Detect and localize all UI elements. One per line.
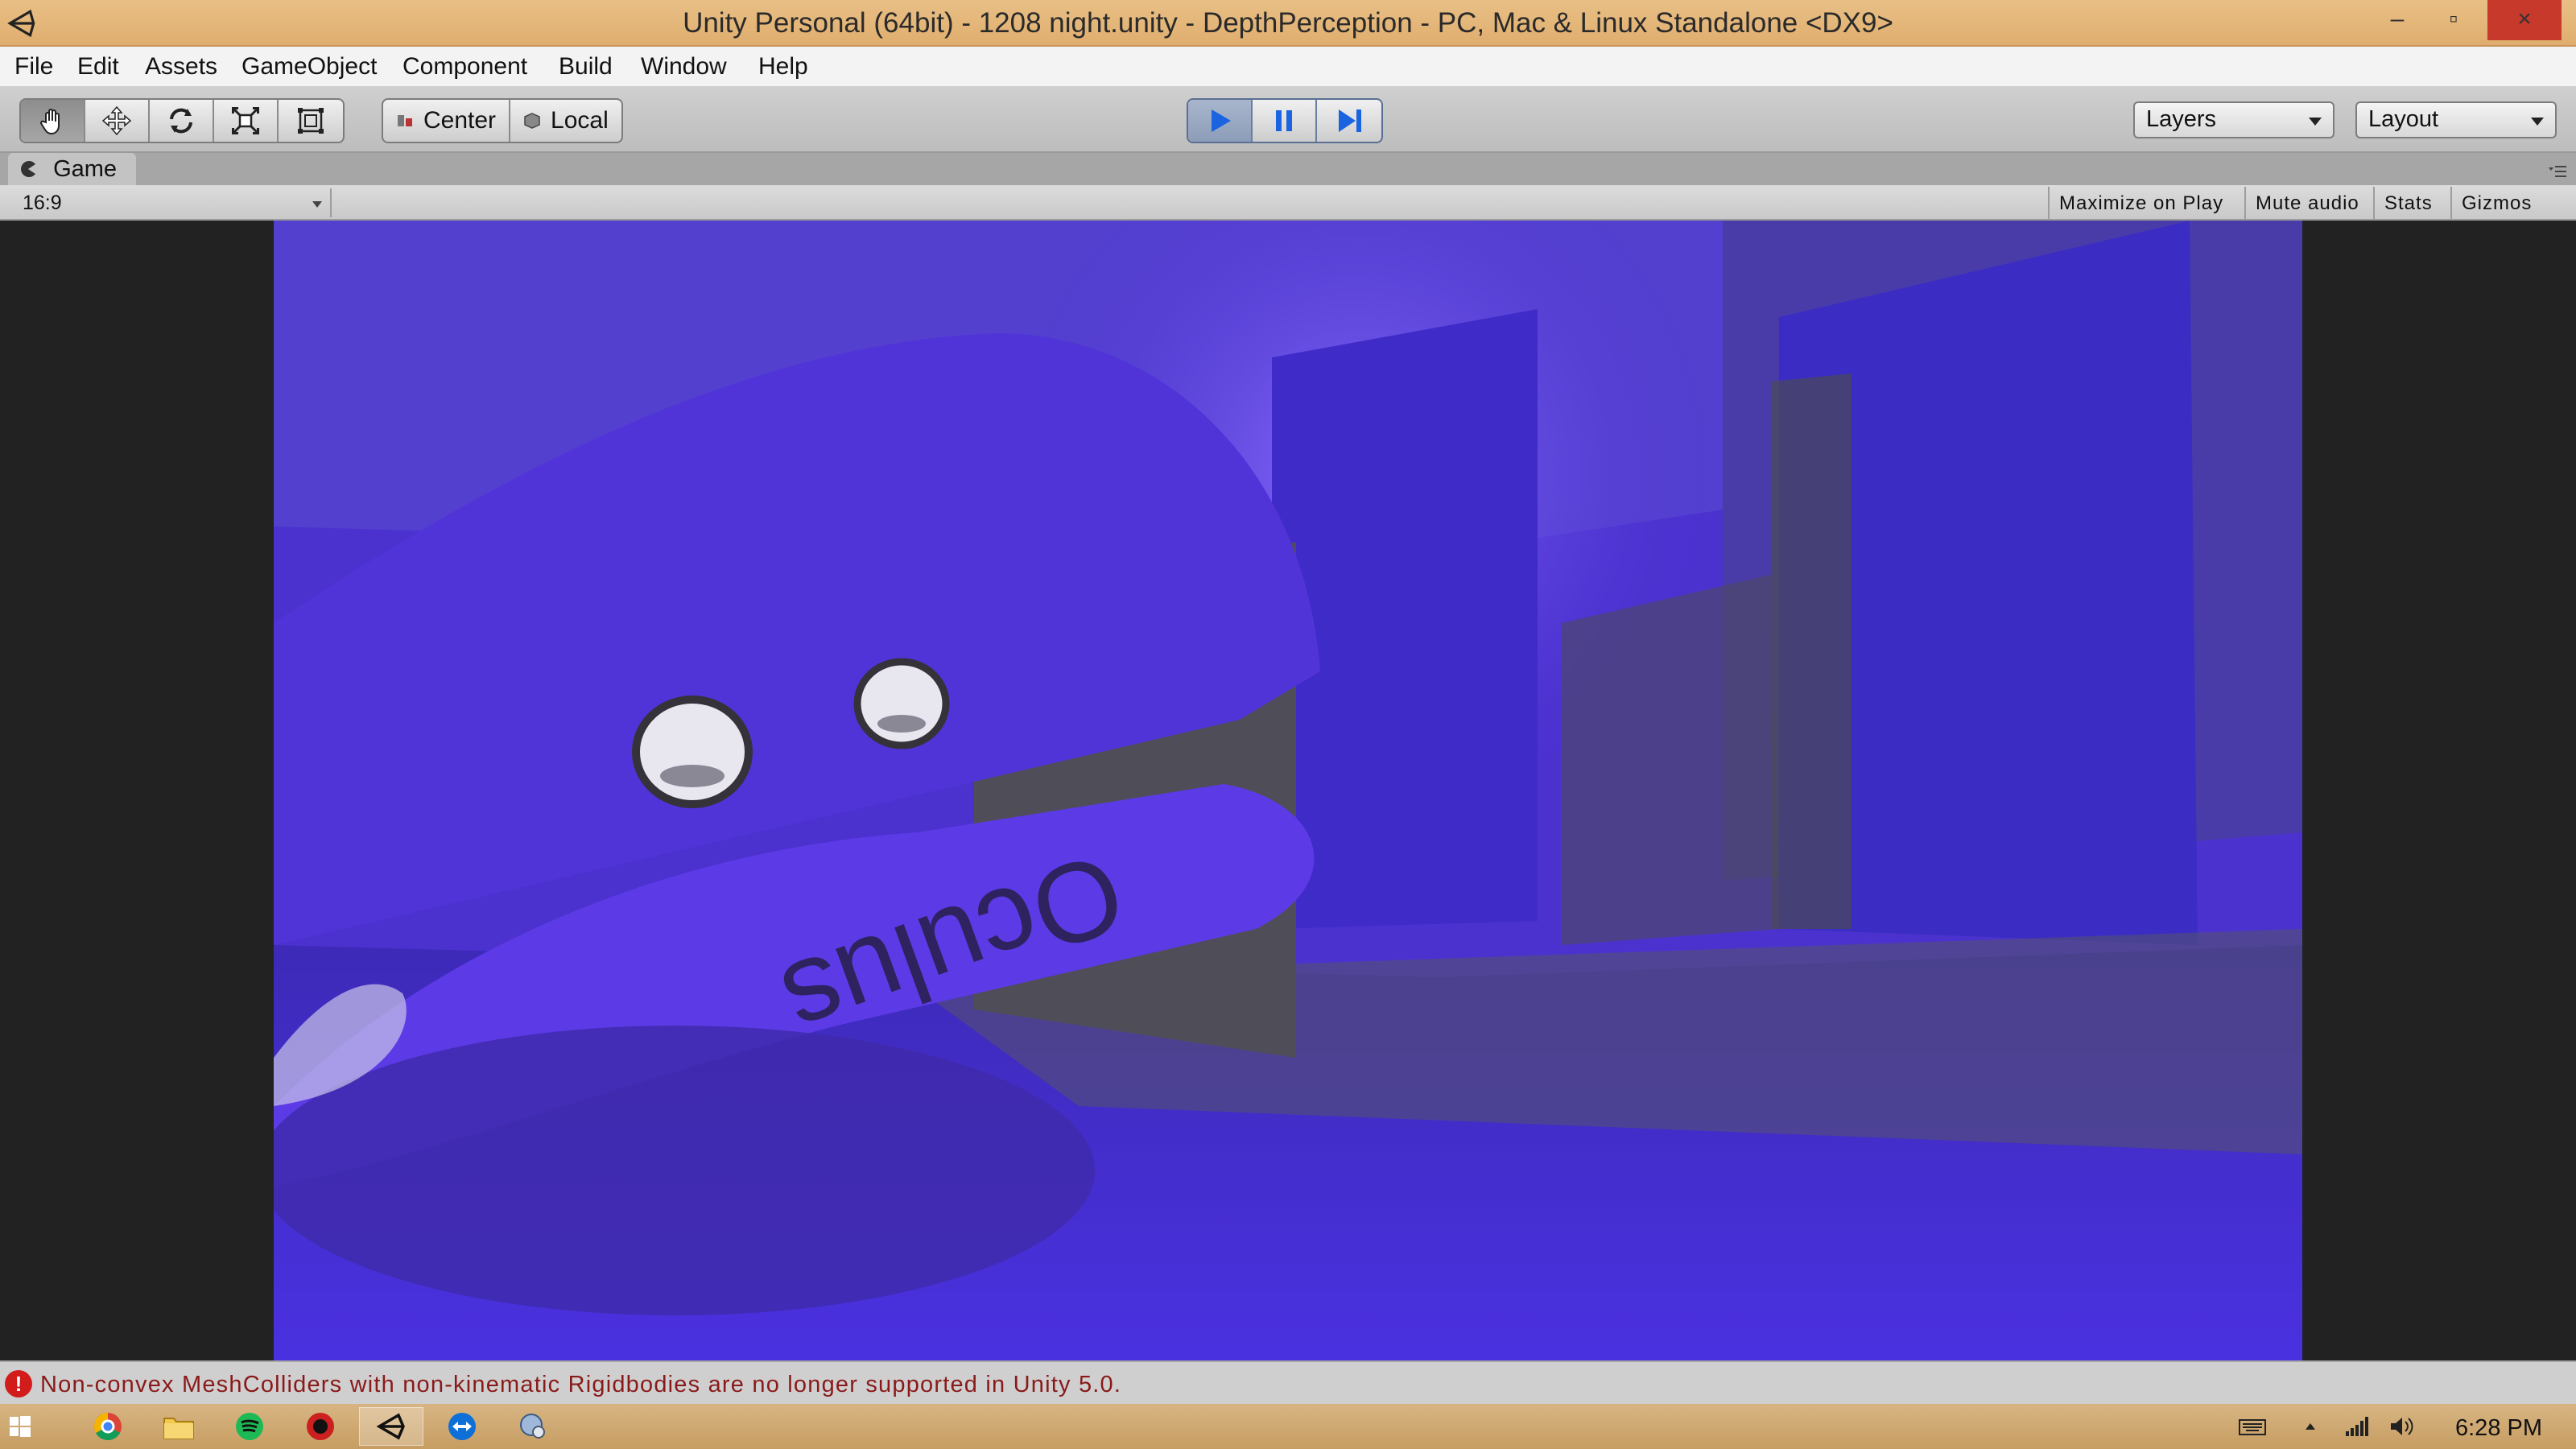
panel-tab-bar: Game xyxy=(0,153,2576,185)
file-explorer-icon xyxy=(163,1418,194,1439)
teamviewer-icon xyxy=(448,1413,476,1440)
rendered-scene: Oculus xyxy=(274,221,2302,1360)
menu-edit[interactable]: Edit xyxy=(77,53,119,80)
menu-component[interactable]: Component xyxy=(402,53,527,80)
layers-label: Layers xyxy=(2146,106,2217,132)
aspect-ratio-dropdown[interactable]: 16:9 xyxy=(10,188,332,217)
menu-help[interactable]: Help xyxy=(758,53,808,80)
rect-icon xyxy=(298,108,324,134)
hand-icon xyxy=(40,109,60,135)
panel-menu-icon[interactable] xyxy=(2545,163,2568,180)
move-tool-button[interactable] xyxy=(85,100,150,142)
chevron-down-icon xyxy=(2531,118,2544,126)
unity-icon xyxy=(376,1413,405,1440)
pivot-local-icon xyxy=(524,113,540,129)
pivot-rotation-label: Local xyxy=(551,107,609,134)
rect-tool-button[interactable] xyxy=(279,100,343,142)
taskbar-network-app[interactable] xyxy=(501,1407,565,1446)
layout-dropdown[interactable]: Layout xyxy=(2355,101,2557,138)
window-title: Unity Personal (64bit) - 1208 night.unit… xyxy=(683,7,1893,39)
windows-taskbar: 6:28 PM xyxy=(0,1404,2576,1449)
menu-gameobject[interactable]: GameObject xyxy=(242,53,377,80)
chevron-up-icon[interactable] xyxy=(2296,1414,2325,1439)
close-button[interactable]: × xyxy=(2487,0,2562,40)
signal-strength-icon[interactable] xyxy=(2343,1414,2372,1439)
rotate-icon xyxy=(170,108,192,134)
step-button[interactable] xyxy=(1317,100,1381,142)
pivot-rotation-toggle[interactable]: Local xyxy=(510,100,621,142)
layers-dropdown[interactable]: Layers xyxy=(2133,101,2334,138)
record-app-icon xyxy=(307,1413,334,1440)
move-icon xyxy=(101,105,132,136)
start-button[interactable] xyxy=(0,1407,40,1446)
gizmos-label: Gizmos xyxy=(2462,192,2533,214)
stats-toggle[interactable]: Stats xyxy=(2373,187,2442,219)
pivot-position-label: Center xyxy=(423,107,497,134)
taskbar-chrome[interactable] xyxy=(76,1407,140,1446)
game-view-toolbar: 16:9 Maximize on Play Mute audio Stats G… xyxy=(0,185,2576,221)
aspect-ratio-value: 16:9 xyxy=(23,192,62,214)
menu-file[interactable]: File xyxy=(14,53,53,80)
menu-window[interactable]: Window xyxy=(641,53,727,80)
windows-start-icon xyxy=(10,1416,31,1437)
tab-game-label: Game xyxy=(53,156,118,182)
taskbar-recorder[interactable] xyxy=(288,1407,353,1446)
taskbar-spotify[interactable] xyxy=(217,1407,282,1446)
menu-bar: File Edit Assets GameObject Component Bu… xyxy=(0,47,2576,87)
chevron-down-icon xyxy=(312,201,322,208)
title-bar: Unity Personal (64bit) - 1208 night.unit… xyxy=(0,0,2576,47)
network-settings-icon xyxy=(520,1414,545,1439)
taskbar-teamviewer[interactable] xyxy=(430,1407,494,1446)
error-icon: ! xyxy=(5,1370,32,1397)
gizmos-dropdown[interactable]: Gizmos xyxy=(2450,187,2564,219)
main-toolbar: Center Local Layers Layout xyxy=(0,87,2576,153)
console-status-bar[interactable]: ! Non-convex MeshColliders with non-kine… xyxy=(0,1360,2576,1404)
pacman-game-icon xyxy=(21,161,35,177)
play-icon xyxy=(1212,109,1231,132)
pivot-toggles: Center Local xyxy=(382,98,623,143)
game-view-area: Oculus xyxy=(0,221,2576,1360)
game-viewport[interactable]: Oculus xyxy=(274,221,2302,1360)
chrome-icon xyxy=(94,1413,122,1440)
taskbar-unity[interactable] xyxy=(359,1407,423,1446)
maximize-on-play-toggle[interactable]: Maximize on Play xyxy=(2048,187,2233,219)
mute-audio-toggle[interactable]: Mute audio xyxy=(2244,187,2369,219)
layout-label: Layout xyxy=(2368,106,2439,132)
hand-tool-button[interactable] xyxy=(21,100,85,142)
playmode-controls xyxy=(1187,98,1383,143)
taskbar-clock[interactable]: 6:28 PM xyxy=(2455,1415,2542,1442)
pause-icon xyxy=(1276,110,1292,131)
chevron-down-icon xyxy=(2309,118,2322,126)
pivot-position-toggle[interactable]: Center xyxy=(383,100,511,142)
tab-game[interactable]: Game xyxy=(8,153,137,185)
menu-build[interactable]: Build xyxy=(559,53,613,80)
menu-assets[interactable]: Assets xyxy=(145,53,217,80)
speaker-icon[interactable] xyxy=(2388,1414,2417,1439)
console-message: Non-convex MeshColliders with non-kinema… xyxy=(40,1372,1122,1397)
keyboard-icon[interactable] xyxy=(2238,1414,2267,1439)
pivot-center-icon xyxy=(398,115,412,126)
scale-tool-button[interactable] xyxy=(214,100,279,142)
spotify-icon xyxy=(236,1413,263,1440)
taskbar-explorer[interactable] xyxy=(147,1407,211,1446)
pause-button[interactable] xyxy=(1253,100,1317,142)
restore-button[interactable]: ▫ xyxy=(2417,0,2491,40)
scale-icon xyxy=(231,106,260,135)
step-icon xyxy=(1339,109,1361,132)
transform-tools xyxy=(19,98,345,143)
play-button[interactable] xyxy=(1188,100,1253,142)
rotate-tool-button[interactable] xyxy=(150,100,214,142)
